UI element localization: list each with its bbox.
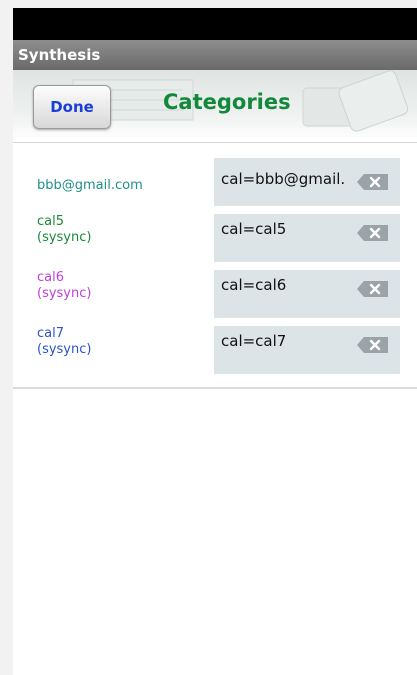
category-value[interactable]: cal=cal5 — [221, 220, 349, 238]
category-value[interactable]: cal=bbb@gmail. — [221, 170, 349, 188]
category-field[interactable]: cal=cal5 — [214, 214, 402, 262]
account-label: bbb@gmail.com — [37, 178, 143, 194]
account-label: cal7 (sysync) — [37, 326, 91, 358]
account-sub: (sysync) — [37, 342, 92, 357]
backspace-delete-icon[interactable] — [356, 336, 390, 354]
done-button[interactable]: Done — [33, 85, 111, 129]
app-screen: Synthesis Done Categories bbb@gmail.com … — [13, 8, 417, 675]
list-item: cal7 (sysync) cal=cal7 — [13, 322, 417, 374]
list-item: cal5 (sysync) cal=cal5 — [13, 210, 417, 262]
list-item: cal6 (sysync) cal=cal6 — [13, 266, 417, 318]
account-label: cal5 (sysync) — [37, 214, 91, 246]
category-field[interactable]: cal=cal7 — [214, 326, 402, 374]
list-item: bbb@gmail.com cal=bbb@gmail. — [13, 158, 417, 210]
header-divider — [13, 142, 417, 143]
app-title: Synthesis — [18, 46, 101, 64]
account-label: cal6 (sysync) — [37, 270, 91, 302]
account-name: bbb@gmail.com — [37, 178, 143, 193]
backspace-delete-icon[interactable] — [356, 224, 390, 242]
category-field[interactable]: cal=bbb@gmail. — [214, 158, 402, 206]
category-field[interactable]: cal=cal6 — [214, 270, 402, 318]
header: Done Categories — [13, 70, 417, 142]
backspace-delete-icon[interactable] — [356, 280, 390, 298]
app-title-bar: Synthesis — [13, 40, 417, 70]
account-name: cal7 — [37, 326, 64, 341]
status-bar — [13, 8, 417, 40]
account-sub: (sysync) — [37, 286, 92, 301]
page-title: Categories — [163, 90, 291, 114]
category-value[interactable]: cal=cal7 — [221, 332, 349, 350]
account-name: cal5 — [37, 214, 64, 229]
category-value[interactable]: cal=cal6 — [221, 276, 349, 294]
account-name: cal6 — [37, 270, 64, 285]
backspace-delete-icon[interactable] — [356, 173, 390, 191]
account-sub: (sysync) — [37, 230, 92, 245]
list-bottom-divider — [13, 387, 417, 389]
